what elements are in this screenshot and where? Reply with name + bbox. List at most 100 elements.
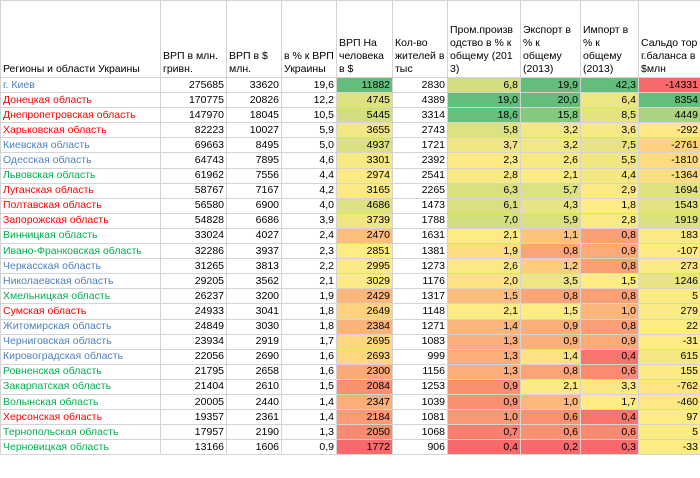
vrp-uah-cell: 64743	[160, 152, 227, 169]
population-cell: 1473	[392, 197, 448, 214]
export-cell: 0,8	[520, 288, 581, 305]
table-row: Хмельницкая область 26237 3200 1,9 2429 1317 1…	[0, 288, 700, 305]
industry-cell: 2,8	[447, 167, 521, 184]
population-cell: 1039	[392, 393, 448, 411]
industry-cell: 0,9	[447, 378, 521, 395]
vrp-usd-cell: 8495	[226, 137, 282, 154]
population-cell: 1631	[392, 227, 448, 245]
population-cell: 1148	[392, 303, 448, 320]
vrp-uah-cell: 19357	[160, 409, 227, 426]
vrp-uah-cell: 22056	[160, 348, 227, 365]
pct-ukraine-cell: 1,8	[281, 318, 337, 335]
vrp-uah-cell: 24933	[160, 303, 227, 320]
export-cell: 5,9	[520, 212, 581, 229]
pct-ukraine-cell: 3,9	[281, 212, 337, 229]
import-cell: 0,4	[580, 348, 639, 365]
per-capita-cell: 4686	[336, 197, 393, 214]
vrp-uah-cell: 56580	[160, 197, 227, 214]
import-cell: 1,5	[580, 273, 639, 290]
import-cell: 0,9	[580, 333, 639, 350]
column-header-region: Регионы и области Украины	[0, 0, 161, 78]
per-capita-cell: 3029	[336, 273, 393, 290]
vrp-usd-cell: 2610	[226, 378, 282, 395]
per-capita-cell: 3655	[336, 122, 393, 139]
balance-cell: -1810	[638, 152, 700, 169]
balance-cell: 4449	[638, 107, 700, 124]
export-cell: 4,3	[520, 197, 581, 214]
vrp-uah-cell: 23934	[160, 333, 227, 350]
import-cell: 6,4	[580, 92, 639, 109]
population-cell: 1381	[392, 243, 448, 260]
industry-cell: 2,3	[447, 152, 521, 169]
import-cell: 0,3	[580, 439, 639, 456]
population-cell: 2743	[392, 122, 448, 139]
export-cell: 0,8	[520, 363, 581, 380]
balance-cell: 22	[638, 318, 700, 335]
region-name: Ровненская область	[0, 363, 161, 380]
vrp-usd-cell: 10027	[226, 122, 282, 139]
export-cell: 1,5	[520, 303, 581, 320]
pct-ukraine-cell: 1,4	[281, 393, 337, 411]
vrp-uah-cell: 147970	[160, 107, 227, 124]
industry-cell: 18,6	[447, 107, 521, 124]
import-cell: 0,8	[580, 318, 639, 335]
population-cell: 1317	[392, 288, 448, 305]
export-cell: 0,6	[520, 409, 581, 426]
pct-ukraine-cell: 0,9	[281, 439, 337, 456]
vrp-usd-cell: 3562	[226, 273, 282, 290]
per-capita-cell: 2649	[336, 303, 393, 320]
vrp-uah-cell: 21795	[160, 363, 227, 380]
table-row: Черниговская область 23934 2919 1,7 2695 1083…	[0, 333, 700, 350]
region-name: Одесская область	[0, 152, 161, 169]
vrp-uah-cell: 20005	[160, 393, 227, 411]
vrp-uah-cell: 275685	[160, 76, 227, 94]
import-cell: 1,8	[580, 197, 639, 214]
industry-cell: 1,4	[447, 318, 521, 335]
vrp-usd-cell: 6900	[226, 197, 282, 214]
region-name: Кировоградская область	[0, 348, 161, 365]
region-name: Черкасская область	[0, 258, 161, 275]
import-cell: 4,4	[580, 167, 639, 184]
per-capita-cell: 4745	[336, 92, 393, 109]
industry-cell: 2,1	[447, 227, 521, 245]
region-name: Луганская область	[0, 182, 161, 199]
vrp-uah-cell: 32286	[160, 243, 227, 260]
vrp-uah-cell: 170775	[160, 92, 227, 109]
industry-cell: 2,0	[447, 273, 521, 290]
vrp-usd-cell: 7895	[226, 152, 282, 169]
table-row: Ивано-Франковская область 32286 3937 2,3 285…	[0, 243, 700, 260]
industry-cell: 2,1	[447, 303, 521, 320]
pct-ukraine-cell: 1,6	[281, 363, 337, 380]
population-cell: 1273	[392, 258, 448, 275]
table-row: Харьковская область 82223 10027 5,9 3655 2743…	[0, 122, 700, 139]
export-cell: 3,5	[520, 273, 581, 290]
vrp-usd-cell: 7556	[226, 167, 282, 184]
balance-cell: 5	[638, 424, 700, 441]
balance-cell: -762	[638, 378, 700, 395]
balance-cell: 5	[638, 288, 700, 305]
import-cell: 5,5	[580, 152, 639, 169]
balance-cell: -33	[638, 439, 700, 456]
column-header-pct-ukraine: в % к ВРП Украины	[281, 0, 337, 78]
column-header-per-capita: ВРП На человека в $	[336, 0, 393, 78]
pct-ukraine-cell: 1,5	[281, 378, 337, 395]
population-cell: 906	[392, 439, 448, 456]
export-cell: 19,9	[520, 76, 581, 94]
industry-cell: 7,0	[447, 212, 521, 229]
balance-cell: -292	[638, 122, 700, 139]
vrp-usd-cell: 3200	[226, 288, 282, 305]
region-name: Николаевская область	[0, 273, 161, 290]
column-header-vrp-uah: ВРП в млн. гривн.	[160, 0, 227, 78]
region-name: Донецкая область	[0, 92, 161, 109]
per-capita-cell: 4937	[336, 137, 393, 154]
balance-cell: 183	[638, 227, 700, 245]
vrp-uah-cell: 61962	[160, 167, 227, 184]
population-cell: 2392	[392, 152, 448, 169]
per-capita-cell: 2300	[336, 363, 393, 380]
export-cell: 1,1	[520, 227, 581, 245]
export-cell: 2,6	[520, 152, 581, 169]
vrp-usd-cell: 3041	[226, 303, 282, 320]
population-cell: 1176	[392, 273, 448, 290]
import-cell: 0,9	[580, 243, 639, 260]
regions-table: Регионы и области Украины ВРП в млн. гри…	[0, 0, 700, 456]
